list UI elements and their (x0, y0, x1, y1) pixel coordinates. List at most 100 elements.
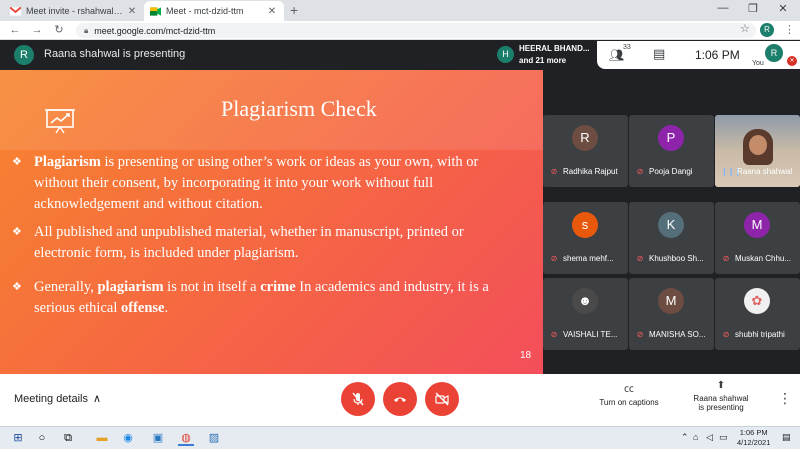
windows-start-icon[interactable]: ⊞ (10, 430, 26, 446)
forward-icon[interactable]: → (30, 23, 44, 37)
people-icon[interactable]: 👥︎ (609, 48, 624, 62)
bold-term: plagiarism (97, 279, 164, 295)
participant-face (749, 135, 767, 155)
back-icon[interactable]: ← (8, 23, 22, 37)
notifications-icon[interactable]: ▤ (782, 432, 791, 443)
profile-avatar[interactable]: R (760, 23, 774, 37)
lock-icon: 🔒︎ (84, 25, 89, 35)
close-tab-icon[interactable]: ✕ (126, 6, 138, 17)
bullet-text: All published and unpublished material, … (34, 224, 464, 261)
bookmark-star-icon[interactable]: ☆ (740, 22, 750, 35)
presentation-slide: Plagiarism Check ❖ Plagiarism is present… (0, 70, 543, 374)
meet-icon (150, 6, 161, 16)
present-status-button[interactable]: ⬆ Raana shahwal is presenting (686, 380, 756, 412)
bold-term: crime (260, 279, 296, 295)
minimize-icon[interactable]: — (708, 2, 738, 14)
mic-off-icon: ⊘ (636, 167, 644, 176)
participant-name: shema mehf... (563, 254, 614, 263)
self-avatar[interactable]: R (765, 44, 783, 62)
leave-call-button[interactable] (383, 382, 417, 416)
diamond-bullet-icon: ❖ (12, 281, 22, 293)
chat-icon[interactable]: ▤ (653, 46, 665, 62)
file-explorer-icon[interactable]: ▬ (94, 430, 110, 446)
volume-icon[interactable]: ◁ (706, 432, 713, 443)
maximize-icon[interactable]: ❐ (738, 2, 768, 15)
tab-gmail[interactable]: Meet invite - rshahwal2002@gma ✕ (4, 1, 144, 21)
close-window-icon[interactable]: ✕ (768, 2, 798, 15)
more-options-icon[interactable]: ⋮ (778, 390, 792, 407)
close-tab-icon[interactable]: ✕ (266, 6, 278, 17)
participant-photo-avatar: ✿ (744, 288, 770, 314)
address-bar[interactable]: 🔒︎ meet.google.com/mct-dzid-ttm (76, 23, 756, 38)
app-window-icon[interactable]: ▣ (150, 430, 166, 446)
slide-bullet: ❖ Generally, plagiarism is not in itself… (12, 277, 524, 319)
new-tab-button[interactable]: + (290, 3, 298, 17)
participant-avatar: s (572, 212, 598, 238)
mic-off-icon (352, 392, 364, 406)
browser-menu-icon[interactable]: ⋮ (784, 23, 795, 36)
system-clock[interactable]: 1:06 PM 4/12/2021 (737, 428, 770, 448)
participant-avatar: M (658, 288, 684, 314)
participant-tile[interactable]: M ⊘ Muskan Chhu... (715, 202, 800, 274)
participant-tile[interactable]: M ⊘ MANISHA SO... (629, 278, 714, 350)
present-status-line1: Raana shahwal (693, 394, 749, 403)
present-screen-icon: ⬆ (716, 380, 726, 391)
host-name: HEERAL BHAND... (519, 44, 590, 53)
mic-off-icon: ⊘ (722, 254, 730, 263)
photos-icon[interactable]: ▨ (206, 430, 222, 446)
participant-video-tile[interactable]: ❙❙❙ Raana shahwal (715, 115, 800, 187)
chevron-up-icon[interactable]: ∧ (93, 392, 101, 405)
presentation-chart-icon (45, 109, 75, 134)
captions-icon: ㏄ (624, 384, 634, 395)
participant-tile[interactable]: ☻ ⊘ VAISHALI TE... (543, 278, 628, 350)
windows-taskbar: ⊞ ○ ⧉ ▬ ◉ ▣ ◍ ▨ ⌃ ⌂ ◁ ▭ 1:06 PM 4/12/202… (0, 426, 800, 449)
participant-name: shubhi tripathi (735, 330, 785, 339)
slide-bullet: ❖ Plagiarism is presenting or using othe… (12, 152, 524, 215)
participant-avatar: P (658, 125, 684, 151)
network-icon[interactable]: ⌂ (693, 432, 698, 442)
chrome-icon[interactable]: ◍ (178, 430, 194, 446)
camera-off-icon (435, 392, 449, 406)
mic-off-button[interactable] (341, 382, 375, 416)
system-date: 4/12/2021 (737, 438, 771, 447)
mic-off-icon: ⊘ (550, 167, 558, 176)
mic-off-icon: ⊘ (550, 254, 558, 263)
tray-chevron-icon[interactable]: ⌃ (681, 432, 689, 443)
participant-name: VAISHALI TE... (563, 330, 618, 339)
url-text: meet.google.com/mct-dzid-ttm (94, 25, 216, 36)
battery-icon[interactable]: ▭ (719, 432, 728, 443)
mic-off-icon: ⊘ (636, 330, 644, 339)
participant-tile[interactable]: R ⊘ Radhika Rajput (543, 115, 628, 187)
diamond-bullet-icon: ❖ (12, 226, 22, 238)
browser-toolbar: ← → ↻ 🔒︎ meet.google.com/mct-dzid-ttm ☆ … (0, 21, 800, 40)
edge-browser-icon[interactable]: ◉ (120, 430, 136, 446)
tab-meet[interactable]: Meet - mct-dzid-ttm ✕ (144, 1, 284, 21)
participant-photo-avatar: ☻ (572, 288, 598, 314)
participant-name: Raana shahwal (737, 167, 793, 176)
captions-label: Turn on captions (599, 398, 659, 407)
slide-page-number: 18 (520, 350, 532, 361)
slide-bullet: ❖ All published and unpublished material… (12, 222, 524, 264)
participant-name: Radhika Rajput (563, 167, 618, 176)
mic-off-icon: ⊘ (722, 330, 730, 339)
meeting-clock: 1:06 PM (695, 48, 740, 62)
participant-tile[interactable]: P ⊘ Pooja Dangi (629, 115, 714, 187)
bold-term: offense (120, 300, 165, 316)
participant-tile[interactable]: s ⊘ shema mehf... (543, 202, 628, 274)
search-icon[interactable]: ○ (34, 430, 50, 446)
meeting-details-button[interactable]: Meeting details (14, 393, 88, 405)
captions-button[interactable]: ㏄ Turn on captions (594, 380, 664, 407)
participant-tile[interactable]: ✿ ⊘ shubhi tripathi (715, 278, 800, 350)
camera-off-button[interactable] (425, 382, 459, 416)
bullet-text: is presenting or using other’s work or i… (34, 154, 479, 212)
reload-icon[interactable]: ↻ (52, 23, 66, 37)
participant-avatar: R (572, 125, 598, 151)
hang-up-icon (394, 397, 406, 402)
participant-tile[interactable]: K ⊘ Khushboo Sh... (629, 202, 714, 274)
participant-name: Muskan Chhu... (735, 254, 792, 263)
participant-name: MANISHA SO... (649, 330, 706, 339)
participant-name: Khushboo Sh... (649, 254, 704, 263)
people-count: 33 (623, 44, 631, 51)
gmail-icon (10, 6, 21, 16)
task-view-icon[interactable]: ⧉ (60, 430, 76, 446)
